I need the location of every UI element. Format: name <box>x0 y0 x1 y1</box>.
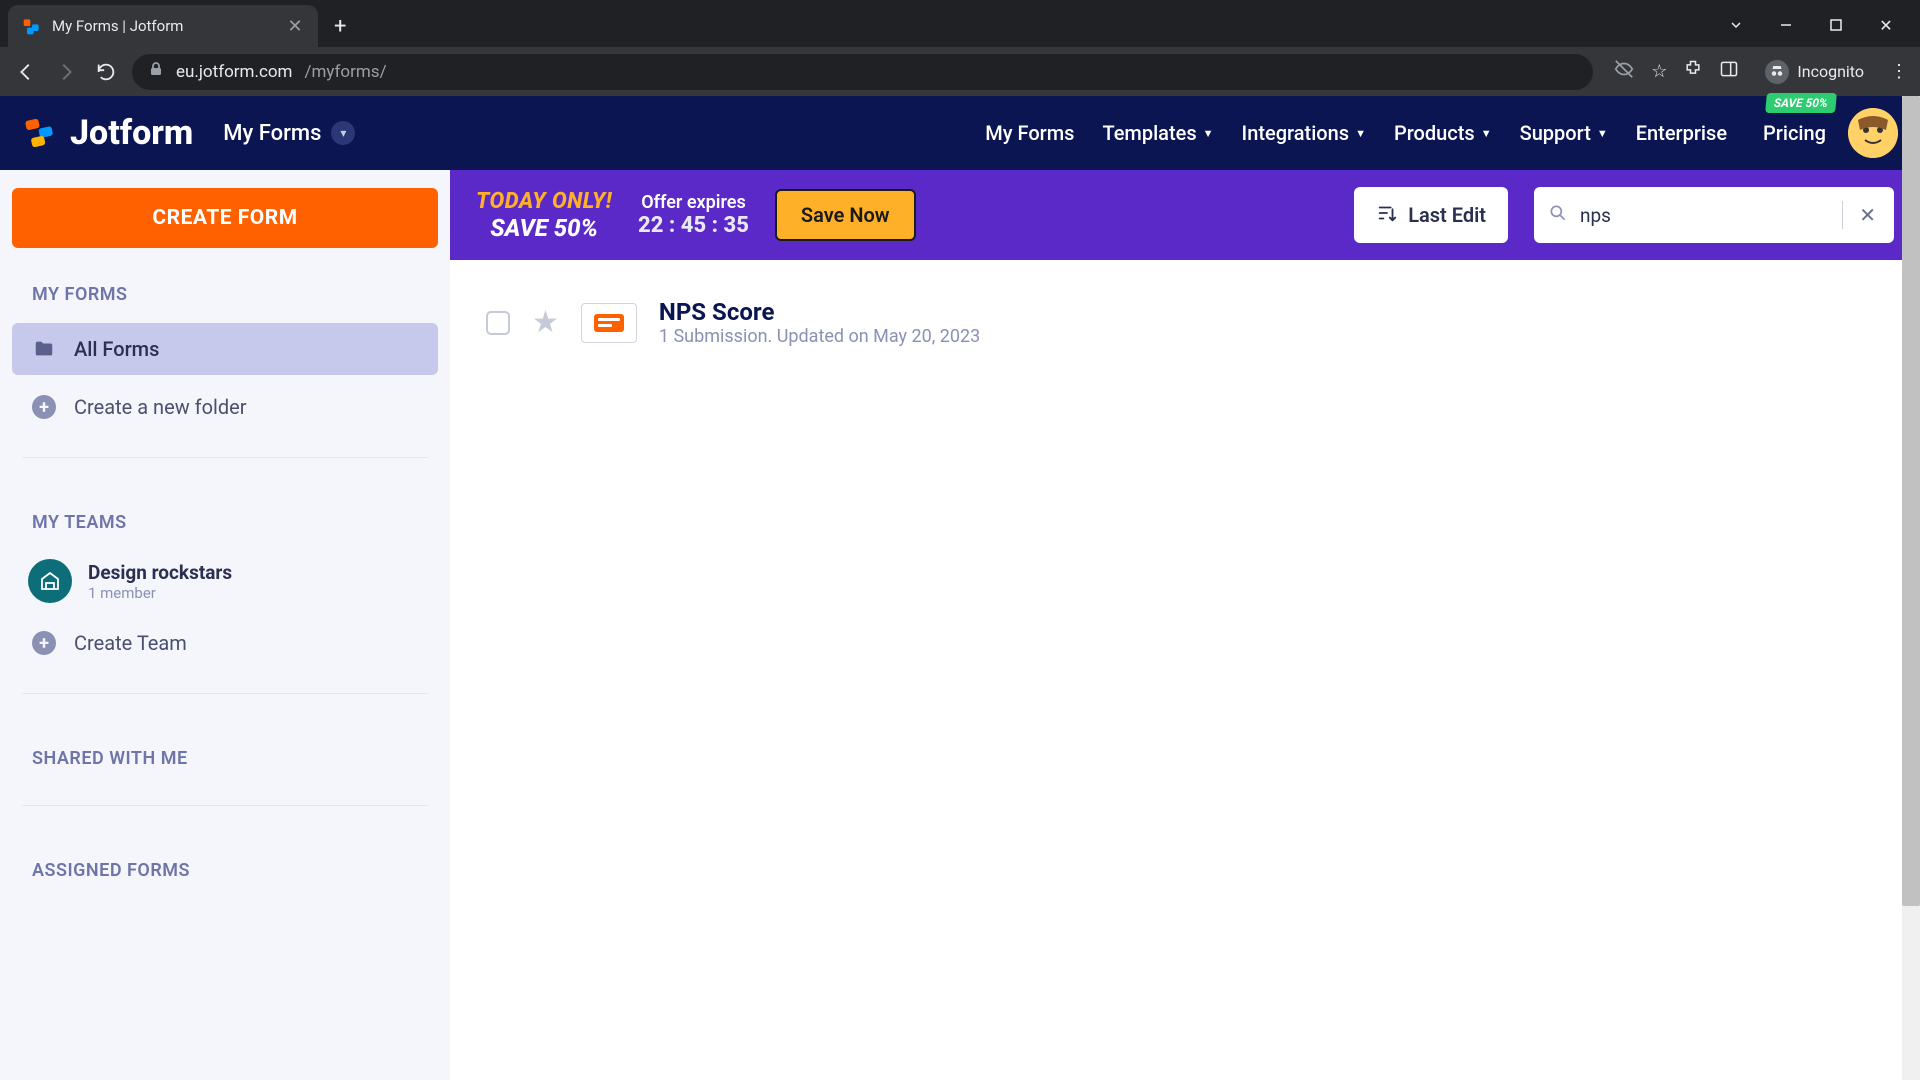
team-badge-icon <box>28 559 72 603</box>
side-panel-icon[interactable] <box>1719 59 1739 84</box>
sidebar-item-label: All Forms <box>74 337 159 361</box>
jotform-logo[interactable]: Jotform <box>22 113 193 153</box>
workspace-dropdown[interactable]: My Forms ▾ <box>223 121 355 146</box>
divider <box>22 693 428 694</box>
main-panel: TODAY ONLY! SAVE 50% Offer expires 22 : … <box>450 170 1920 1080</box>
divider <box>22 457 428 458</box>
logo-text: Jotform <box>70 113 193 153</box>
offer-countdown: Offer expires 22 : 45 : 35 <box>638 192 749 238</box>
team-name: Design rockstars <box>88 561 232 584</box>
incognito-badge[interactable]: Incognito <box>1755 57 1874 87</box>
sidebar-item-all-forms[interactable]: All Forms <box>12 323 438 375</box>
section-my-forms: MY FORMS <box>12 254 438 317</box>
tab-search-icon[interactable] <box>1724 13 1748 37</box>
nav-products[interactable]: Products▼ <box>1394 121 1492 145</box>
promo-text: TODAY ONLY! SAVE 50% <box>476 189 612 242</box>
section-assigned: ASSIGNED FORMS <box>12 830 438 893</box>
nav-integrations[interactable]: Integrations▼ <box>1242 121 1366 145</box>
window-controls: ✕ <box>1724 13 1920 47</box>
sort-button[interactable]: Last Edit <box>1354 187 1508 243</box>
close-tab-button[interactable]: ✕ <box>286 17 304 35</box>
extensions-icon[interactable] <box>1683 59 1703 84</box>
sidebar-item-label: Create a new folder <box>74 395 247 419</box>
sidebar-item-label: Create Team <box>74 631 187 655</box>
team-meta: 1 member <box>88 584 232 602</box>
save-now-button[interactable]: Save Now <box>775 189 916 241</box>
kebab-menu-icon[interactable]: ⋮ <box>1890 61 1908 82</box>
nav-pricing[interactable]: SAVE 50% Pricing <box>1763 121 1826 145</box>
chevron-down-icon: ▼ <box>1355 127 1366 140</box>
chevron-down-icon: ▼ <box>1481 127 1492 140</box>
app-header: Jotform My Forms ▾ My Forms Templates▼ I… <box>0 96 1920 170</box>
forward-button[interactable] <box>52 58 80 86</box>
minimize-button[interactable] <box>1774 13 1798 37</box>
new-tab-button[interactable]: + <box>318 5 362 47</box>
save-badge: SAVE 50% <box>1766 93 1837 113</box>
chevron-down-icon: ▾ <box>331 121 355 145</box>
incognito-label: Incognito <box>1797 62 1864 81</box>
create-form-button[interactable]: CREATE FORM <box>12 188 438 248</box>
search-icon <box>1548 203 1568 227</box>
form-row[interactable]: ★ NPS Score 1 Submission. Updated on May… <box>480 286 1890 359</box>
chevron-down-icon: ▼ <box>1203 127 1214 140</box>
sidebar: CREATE FORM MY FORMS All Forms + Create … <box>0 170 450 1080</box>
reload-button[interactable] <box>92 58 120 86</box>
team-item[interactable]: Design rockstars 1 member <box>12 551 438 611</box>
lock-icon <box>148 61 164 82</box>
folder-icon <box>32 337 56 361</box>
user-avatar[interactable] <box>1848 108 1898 158</box>
sidebar-item-create-team[interactable]: + Create Team <box>12 617 438 669</box>
offer-time: 22 : 45 : 35 <box>638 213 749 238</box>
promo-line-2: SAVE 50% <box>490 214 598 242</box>
workspace-label: My Forms <box>223 121 321 146</box>
clear-search-button[interactable]: ✕ <box>1855 203 1880 227</box>
divider <box>22 805 428 806</box>
star-icon[interactable]: ★ <box>532 305 559 340</box>
bookmark-star-icon[interactable]: ☆ <box>1651 61 1667 82</box>
section-my-teams: MY TEAMS <box>12 482 438 545</box>
browser-toolbar: eu.jotform.com/myforms/ ☆ Incognito ⋮ <box>0 47 1920 96</box>
search-input[interactable] <box>1580 204 1830 227</box>
plus-circle-icon: + <box>32 395 56 419</box>
offer-label: Offer expires <box>641 192 745 213</box>
scrollbar[interactable] <box>1902 96 1920 1080</box>
sort-label: Last Edit <box>1408 203 1486 227</box>
form-title: NPS Score <box>659 298 980 326</box>
chevron-down-icon: ▼ <box>1597 127 1608 140</box>
browser-tab[interactable]: My Forms | Jotform ✕ <box>8 5 318 47</box>
promo-bar: TODAY ONLY! SAVE 50% Offer expires 22 : … <box>450 170 1920 260</box>
section-shared: SHARED WITH ME <box>12 718 438 781</box>
logo-mark-icon <box>22 114 60 152</box>
nav-enterprise[interactable]: Enterprise <box>1636 121 1727 145</box>
plus-circle-icon: + <box>32 631 56 655</box>
eye-off-icon[interactable] <box>1613 58 1635 85</box>
sidebar-item-new-folder[interactable]: + Create a new folder <box>12 381 438 433</box>
app-nav: My Forms Templates▼ Integrations▼ Produc… <box>985 121 1826 145</box>
nav-templates[interactable]: Templates▼ <box>1102 121 1213 145</box>
nav-my-forms[interactable]: My Forms <box>985 121 1074 145</box>
row-checkbox[interactable] <box>486 311 510 335</box>
form-thumbnail-icon <box>581 303 637 343</box>
address-bar[interactable]: eu.jotform.com/myforms/ <box>132 54 1593 90</box>
search-box: ✕ <box>1534 187 1894 243</box>
separator <box>1842 201 1843 229</box>
url-host: eu.jotform.com <box>176 62 292 82</box>
form-list: ★ NPS Score 1 Submission. Updated on May… <box>450 260 1920 1080</box>
sort-icon <box>1376 202 1398 229</box>
scrollbar-thumb[interactable] <box>1902 96 1920 906</box>
maximize-button[interactable] <box>1824 13 1848 37</box>
jotform-favicon <box>22 16 42 36</box>
tab-title: My Forms | Jotform <box>52 17 276 35</box>
form-subtitle: 1 Submission. Updated on May 20, 2023 <box>659 326 980 347</box>
close-window-button[interactable]: ✕ <box>1874 13 1898 37</box>
nav-support[interactable]: Support▼ <box>1520 121 1608 145</box>
incognito-icon <box>1765 60 1789 84</box>
back-button[interactable] <box>12 58 40 86</box>
browser-tab-strip: My Forms | Jotform ✕ + ✕ <box>0 0 1920 47</box>
promo-line-1: TODAY ONLY! <box>476 189 612 214</box>
url-path: /myforms/ <box>304 62 386 82</box>
